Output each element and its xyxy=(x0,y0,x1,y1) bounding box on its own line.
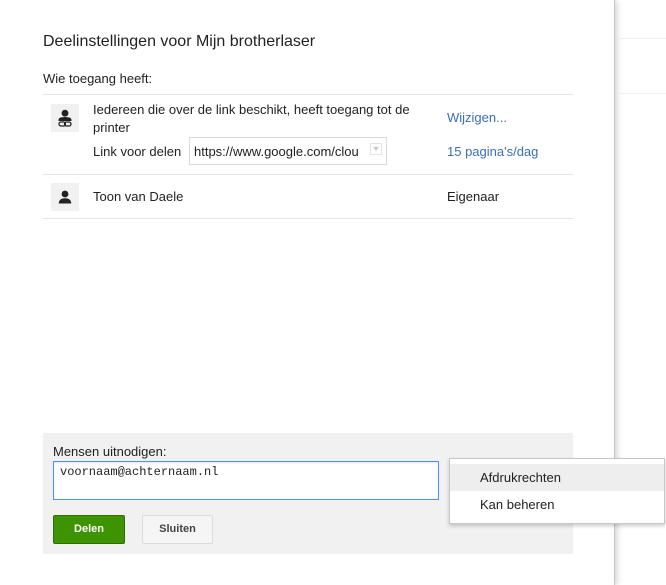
owner-name: Toon van Daele xyxy=(93,189,184,204)
close-button[interactable]: Sluiten xyxy=(142,515,213,544)
invite-label: Mensen uitnodigen: xyxy=(53,444,167,459)
share-button[interactable]: Delen xyxy=(53,515,125,544)
access-row-owner: Toon van Daele Eigenaar xyxy=(43,174,573,219)
permission-menu: Afdrukrechten Kan beheren xyxy=(449,458,665,524)
share-link-label: Link voor delen xyxy=(93,144,182,159)
link-person-icon xyxy=(51,104,79,132)
page-quota-link[interactable]: 15 pagina's/dag xyxy=(447,144,538,159)
share-link-field[interactable]: https://www.google.com/clou xyxy=(189,137,387,165)
dropdown-arrow-icon[interactable] xyxy=(370,143,382,155)
change-access-link[interactable]: Wijzigen... xyxy=(447,110,507,125)
share-link-url: https://www.google.com/clou xyxy=(194,144,359,159)
access-list: Iedereen die over de link beschikt, heef… xyxy=(43,94,573,219)
owner-role: Eigenaar xyxy=(447,189,500,204)
link-access-description: Iedereen die over de link beschikt, heef… xyxy=(93,102,410,135)
backdrop-divider xyxy=(620,38,666,39)
person-icon xyxy=(51,183,79,211)
backdrop-divider xyxy=(620,93,666,94)
menu-item-can-manage[interactable]: Kan beheren xyxy=(450,491,664,518)
who-has-access-label: Wie toegang heeft: xyxy=(43,71,153,86)
access-row-link: Iedereen die over de link beschikt, heef… xyxy=(43,94,573,174)
menu-item-print-rights[interactable]: Afdrukrechten xyxy=(450,464,664,491)
dialog-title: Deelinstellingen voor Mijn brotherlaser xyxy=(43,33,316,50)
invite-email-input[interactable]: voornaam@achternaam.nl xyxy=(53,461,439,500)
